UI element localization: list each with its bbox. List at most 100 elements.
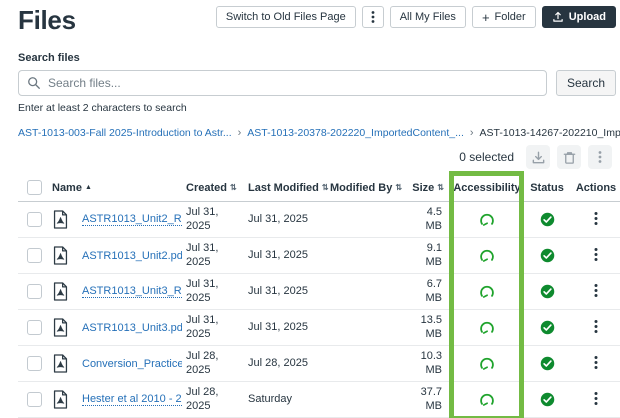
published-status-icon[interactable] <box>540 212 555 227</box>
accessibility-gauge-icon[interactable] <box>479 357 495 371</box>
published-status-icon[interactable] <box>540 356 555 371</box>
row-actions-kebab-button[interactable] <box>586 387 606 413</box>
pdf-file-icon <box>53 246 68 265</box>
all-my-files-button[interactable]: All My Files <box>389 6 466 28</box>
row-checkbox[interactable] <box>27 356 42 371</box>
selection-toolbar: 0 selected <box>0 145 620 169</box>
search-icon <box>28 77 40 89</box>
pdf-file-icon <box>53 282 68 301</box>
file-name-link[interactable]: ASTR1013_Unit3_Reso... <box>82 285 182 298</box>
created-cell: Jul 28, 2025 <box>186 349 219 376</box>
header-actions: Switch to Old Files Page All My Files + … <box>215 6 616 28</box>
published-status-icon[interactable] <box>540 320 555 335</box>
row-checkbox[interactable] <box>27 248 42 263</box>
row-actions-kebab-button[interactable] <box>586 207 606 233</box>
sortable-icon: ⇅ <box>395 183 403 192</box>
pdf-file-icon <box>53 210 68 229</box>
table-row: ASTR1013_Unit3_Reso... Jul 31, 2025 Jul … <box>18 274 620 310</box>
download-icon <box>532 151 544 163</box>
breadcrumb-separator: › <box>469 127 474 139</box>
sort-ascending-icon: ▲ <box>84 184 92 191</box>
search-input[interactable] <box>18 70 547 96</box>
last-modified-cell: Saturday <box>248 392 293 405</box>
table-body: ASTR1013_Unit2_Reso... Jul 31, 2025 Jul … <box>18 202 620 418</box>
breadcrumb-item[interactable]: AST-1013-003-Fall 2025-Introduction to A… <box>18 127 232 139</box>
file-name-link[interactable]: Conversion_Practice.pdf <box>82 358 182 370</box>
header-size[interactable]: Size ⇅ <box>410 182 452 194</box>
upload-button[interactable]: Upload <box>541 6 616 28</box>
created-cell: Jul 31, 2025 <box>186 277 219 304</box>
delete-button[interactable] <box>557 145 581 169</box>
accessibility-gauge-icon[interactable] <box>479 213 495 227</box>
plus-icon: + <box>481 9 490 25</box>
file-name-link[interactable]: Hester et al 2010 - 21st... <box>82 393 182 406</box>
breadcrumb-item[interactable]: AST-1013-20378-202220_ImportedContent_..… <box>247 127 464 139</box>
kebab-icon <box>594 319 598 333</box>
table-row: ASTR1013_Unit3.pdf Jul 31, 2025 Jul 31, … <box>18 310 620 346</box>
header-created[interactable]: Created ⇅ <box>186 182 248 194</box>
accessibility-gauge-icon[interactable] <box>479 249 495 263</box>
row-actions-kebab-button[interactable] <box>586 243 606 269</box>
kebab-icon <box>594 211 598 225</box>
row-checkbox[interactable] <box>27 284 42 299</box>
accessibility-gauge-icon[interactable] <box>479 321 495 335</box>
file-name-link[interactable]: ASTR1013_Unit3.pdf <box>82 322 182 334</box>
file-name-link[interactable]: ASTR1013_Unit2_Reso... <box>82 213 182 226</box>
created-cell: Jul 28, 2025 <box>186 385 219 412</box>
last-modified-cell: Jul 31, 2025 <box>248 284 308 297</box>
add-folder-button[interactable]: + Folder <box>471 6 536 28</box>
published-status-icon[interactable] <box>540 284 555 299</box>
row-actions-kebab-button[interactable] <box>586 315 606 341</box>
search-label: Search files <box>18 52 80 64</box>
size-cell: 4.5 MB <box>425 205 443 232</box>
table-header-row: Name ▲ Created ⇅ Last Modified ⇅ Modifie… <box>18 174 620 202</box>
kebab-icon <box>594 391 598 405</box>
created-cell: Jul 31, 2025 <box>186 205 219 232</box>
upload-icon <box>552 11 563 22</box>
accessibility-gauge-icon[interactable] <box>479 393 495 407</box>
size-cell: 10.3 MB <box>420 349 442 376</box>
breadcrumb-separator: › <box>237 127 242 139</box>
row-actions-kebab-button[interactable] <box>586 351 606 377</box>
header-actions: Actions <box>575 181 617 194</box>
breadcrumb: AST-1013-003-Fall 2025-Introduction to A… <box>0 127 620 139</box>
created-cell: Jul 31, 2025 <box>186 313 219 340</box>
selection-kebab-button[interactable] <box>588 145 612 169</box>
file-name-link[interactable]: ASTR1013_Unit2.pdf <box>82 250 182 262</box>
header-accessibility[interactable]: Accessibility <box>452 182 522 194</box>
header-modified-by[interactable]: Modified By ⇅ <box>330 182 410 194</box>
published-status-icon[interactable] <box>540 248 555 263</box>
download-button[interactable] <box>526 145 550 169</box>
row-checkbox[interactable] <box>27 212 42 227</box>
header-status[interactable]: Status <box>522 182 572 194</box>
search-section: Search files Search Enter at least 2 cha… <box>0 52 620 114</box>
pdf-file-icon <box>53 318 68 337</box>
accessibility-gauge-icon[interactable] <box>479 285 495 299</box>
header-kebab-button[interactable] <box>361 6 384 28</box>
table-row: ASTR1013_Unit2_Reso... Jul 31, 2025 Jul … <box>18 202 620 238</box>
kebab-icon <box>594 247 598 261</box>
last-modified-cell: Jul 31, 2025 <box>248 212 308 225</box>
switch-old-files-button[interactable]: Switch to Old Files Page <box>215 6 356 28</box>
sortable-icon: ⇅ <box>437 183 444 192</box>
select-all-checkbox[interactable] <box>27 180 42 195</box>
header-name[interactable]: Name ▲ <box>52 182 186 194</box>
page-title: Files <box>18 5 76 35</box>
kebab-icon <box>594 283 598 297</box>
row-checkbox[interactable] <box>27 320 42 335</box>
pdf-file-icon <box>53 354 68 373</box>
last-modified-cell: Jul 28, 2025 <box>248 356 308 369</box>
breadcrumb-item: AST-1013-14267-202210_ImportedContent_20… <box>479 127 620 139</box>
header-last-modified[interactable]: Last Modified ⇅ <box>248 182 330 194</box>
row-checkbox[interactable] <box>27 392 42 407</box>
upload-button-label: Upload <box>568 11 606 23</box>
kebab-icon <box>371 11 375 23</box>
search-button[interactable]: Search <box>555 70 616 96</box>
selected-count: 0 selected <box>459 150 514 164</box>
row-actions-kebab-button[interactable] <box>586 279 606 305</box>
published-status-icon[interactable] <box>540 392 555 407</box>
table-row: ASTR1013_Unit2.pdf Jul 31, 2025 Jul 31, … <box>18 238 620 274</box>
files-table: Name ▲ Created ⇅ Last Modified ⇅ Modifie… <box>0 171 620 418</box>
sortable-icon: ⇅ <box>229 183 237 192</box>
trash-icon <box>563 151 575 164</box>
